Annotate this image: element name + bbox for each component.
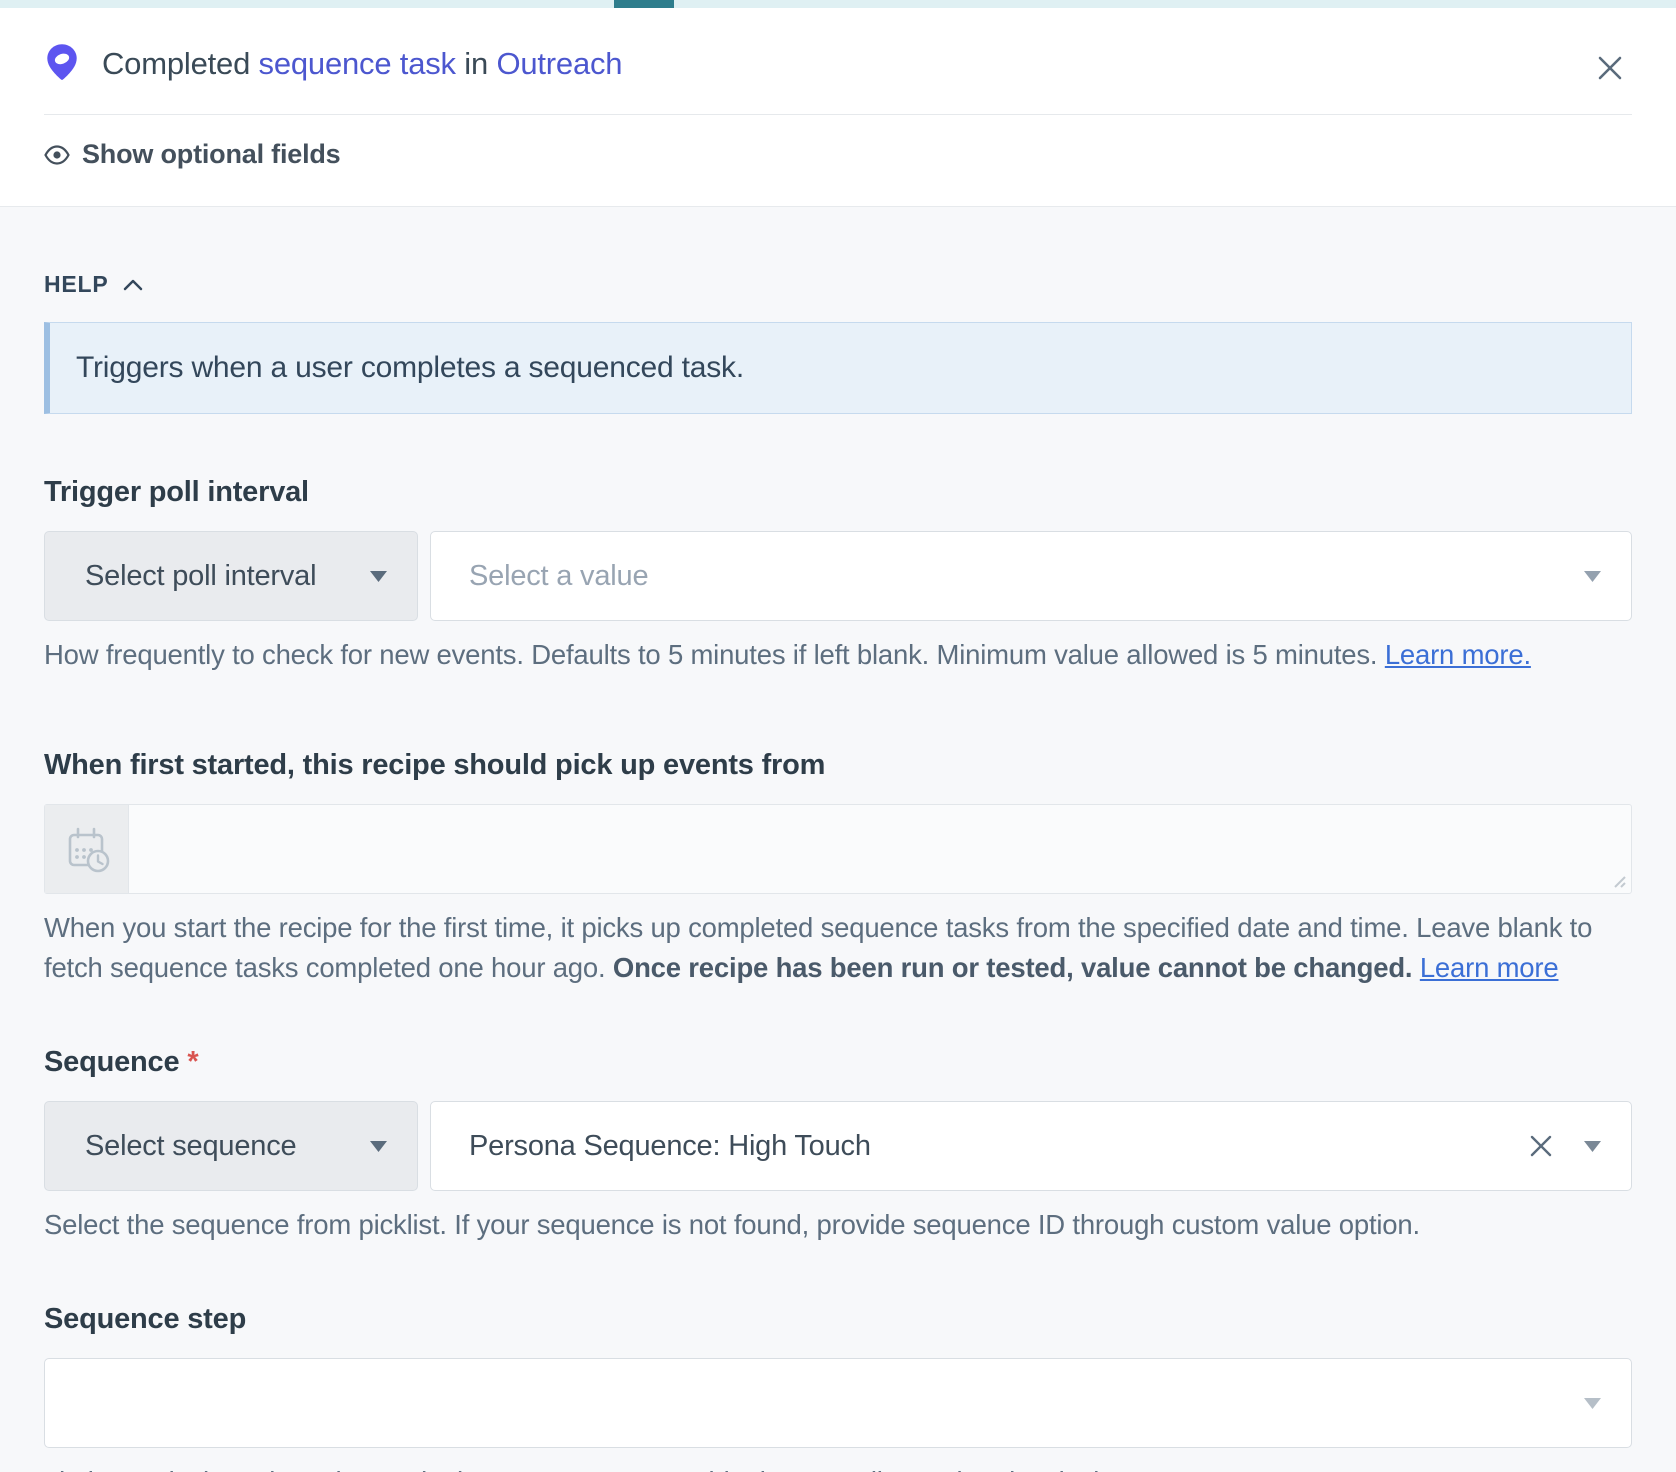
sequence-step-input[interactable] <box>44 1358 1632 1448</box>
caret-down-icon[interactable] <box>1584 1398 1601 1409</box>
calendar-clock-icon <box>61 823 113 875</box>
top-progress-segment <box>614 0 674 8</box>
title-action-link[interactable]: sequence task <box>259 46 456 81</box>
poll-interval-help-text: How frequently to check for new events. … <box>44 639 1385 670</box>
outreach-app-icon <box>44 44 80 84</box>
resize-handle[interactable] <box>1609 871 1627 889</box>
sequence-step-help: Limit to only the selected steps in the … <box>44 1462 1632 1472</box>
sequence-value: Persona Sequence: High Touch <box>469 1130 871 1163</box>
help-callout: Triggers when a user completes a sequenc… <box>44 322 1632 414</box>
trigger-config-panel: Completed sequence task in Outreach Show… <box>0 0 1676 1472</box>
poll-interval-mode-label: Select poll interval <box>85 560 316 593</box>
clear-value-icon[interactable] <box>1528 1133 1554 1159</box>
sequence-mode-select[interactable]: Select sequence <box>44 1101 418 1191</box>
caret-down-icon[interactable] <box>1584 571 1601 582</box>
help-label: HELP <box>44 271 109 298</box>
caret-down-icon <box>370 571 387 582</box>
sequence-help: Select the sequence from picklist. If yo… <box>44 1205 1632 1245</box>
pick-up-from-label: When first started, this recipe should p… <box>44 749 1632 782</box>
pick-up-from-learn-more-link[interactable]: Learn more <box>1420 952 1559 983</box>
show-optional-fields-toggle[interactable]: Show optional fields <box>44 115 1632 206</box>
chevron-up-icon <box>123 279 143 291</box>
poll-interval-label: Trigger poll interval <box>44 476 1632 509</box>
title-app-link[interactable]: Outreach <box>496 46 622 81</box>
close-icon <box>1593 51 1627 85</box>
datetime-picker-button[interactable] <box>45 805 129 893</box>
poll-interval-help: How frequently to check for new events. … <box>44 635 1632 675</box>
required-asterisk: * <box>187 1046 198 1078</box>
sequence-label: Sequence* <box>44 1046 1632 1079</box>
poll-interval-learn-more-link[interactable]: Learn more. <box>1385 639 1531 670</box>
title-connector: in <box>464 46 488 81</box>
show-optional-fields-label: Show optional fields <box>82 139 341 170</box>
page-title: Completed sequence task in Outreach <box>102 46 622 82</box>
title-row: Completed sequence task in Outreach <box>44 8 1632 84</box>
poll-interval-value-input[interactable]: Select a value <box>430 531 1632 621</box>
caret-down-icon <box>370 1141 387 1152</box>
pick-up-from-help: When you start the recipe for the first … <box>44 908 1632 988</box>
caret-down-icon[interactable] <box>1584 1141 1601 1152</box>
pick-up-from-input[interactable] <box>44 804 1632 894</box>
help-collapse-toggle[interactable]: HELP <box>44 271 1632 298</box>
sequence-label-text: Sequence <box>44 1046 179 1078</box>
sequence-value-input[interactable]: Persona Sequence: High Touch <box>430 1101 1632 1191</box>
poll-interval-mode-select[interactable]: Select poll interval <box>44 531 418 621</box>
panel-body: HELP Triggers when a user completes a se… <box>0 271 1676 1472</box>
sequence-row: Select sequence Persona Sequence: High T… <box>44 1101 1632 1191</box>
close-button[interactable] <box>1590 48 1630 88</box>
help-callout-text: Triggers when a user completes a sequenc… <box>76 351 744 385</box>
title-prefix: Completed <box>102 46 250 81</box>
top-progress-bar <box>0 0 1676 8</box>
panel-header: Completed sequence task in Outreach Show… <box>0 8 1676 207</box>
poll-interval-placeholder: Select a value <box>469 560 648 593</box>
eye-icon <box>44 145 70 165</box>
sequence-mode-label: Select sequence <box>85 1130 296 1163</box>
pick-up-from-help-bold: Once recipe has been run or tested, valu… <box>613 952 1412 983</box>
sequence-step-label: Sequence step <box>44 1303 1632 1336</box>
poll-interval-row: Select poll interval Select a value <box>44 531 1632 621</box>
